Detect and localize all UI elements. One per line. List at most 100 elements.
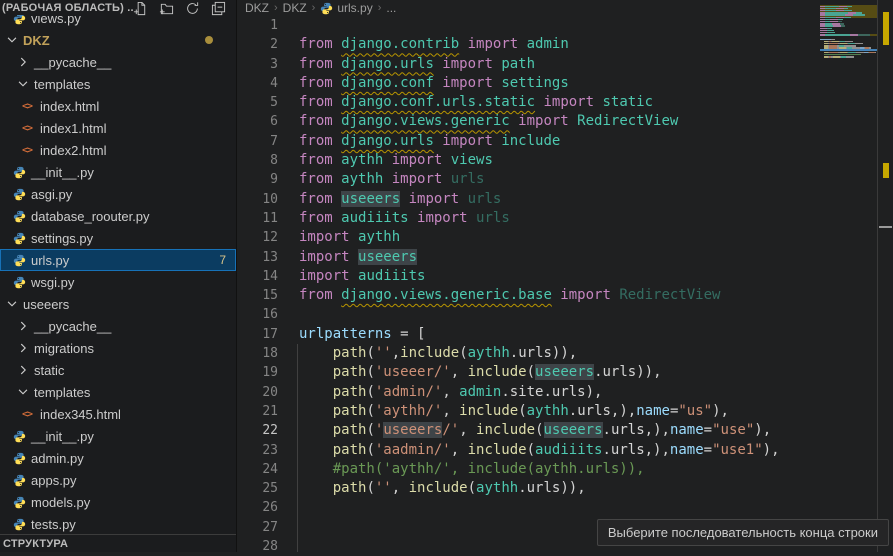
tree-item-models.py[interactable]: models.py — [0, 491, 236, 513]
tree-item-__pycache__[interactable]: __pycache__ — [0, 51, 236, 73]
breadcrumb-item-urls.py[interactable]: urls.py — [320, 1, 372, 15]
outline-section-header[interactable]: СТРУКТУРА — [0, 534, 236, 552]
code-line-24[interactable]: 24 #path('aythh/', include(aythh.urls)), — [238, 460, 820, 479]
tree-item-label: migrations — [34, 341, 94, 356]
chevron-down-icon — [16, 385, 30, 399]
tree-item-wsgi.py[interactable]: wsgi.py — [0, 271, 236, 293]
tree-item-label: database_roouter.py — [31, 209, 150, 224]
line-number: 19 — [238, 363, 278, 382]
line-number: 13 — [238, 248, 278, 267]
tree-item-label: admin.py — [31, 451, 84, 466]
tree-item-index345.html[interactable]: <>index345.html — [0, 403, 236, 425]
tree-item-label: index345.html — [40, 407, 121, 422]
code-line-14[interactable]: 14import audiiits — [238, 267, 820, 286]
code-line-6[interactable]: 6from django.views.generic import Redire… — [238, 112, 820, 131]
tree-item-index1.html[interactable]: <>index1.html — [0, 117, 236, 139]
python-icon — [13, 166, 26, 179]
tree-item-label: templates — [34, 385, 90, 400]
tree-item-label: DKZ — [23, 33, 50, 48]
breadcrumb-item-DKZ[interactable]: DKZ — [283, 1, 307, 15]
code-line-11[interactable]: 11from audiiits import urls — [238, 209, 820, 228]
code-line-17[interactable]: 17urlpatterns = [ — [238, 325, 820, 344]
refresh-icon — [185, 1, 200, 16]
tree-item-__init__.py[interactable]: __init__.py — [0, 425, 236, 447]
code-line-19[interactable]: 19 path('useeer/', include(useeers.urls)… — [238, 363, 820, 382]
code-line-21[interactable]: 21 path('aythh/', include(aythh.urls,),n… — [238, 402, 820, 421]
code-line-15[interactable]: 15from django.views.generic.base import … — [238, 286, 820, 305]
code-line-10[interactable]: 10from useeers import urls — [238, 190, 820, 209]
tree-item-apps.py[interactable]: apps.py — [0, 469, 236, 491]
code-line-22[interactable]: 22 path('useeers/', include(useeers.urls… — [238, 421, 820, 440]
code-line-2[interactable]: 2from django.contrib import admin — [238, 35, 820, 54]
breadcrumb-separator: › — [274, 2, 278, 14]
python-icon — [13, 276, 26, 289]
tree-item-label: settings.py — [31, 231, 93, 246]
tree-item-settings.py[interactable]: settings.py — [0, 227, 236, 249]
collapse-all-icon — [211, 1, 226, 16]
code-line-1[interactable]: 1 — [238, 16, 820, 35]
tree-item-urls.py[interactable]: urls.py7 — [0, 249, 236, 271]
refresh-button[interactable] — [185, 1, 200, 16]
code-line-25[interactable]: 25 path('', include(aythh.urls)), — [238, 479, 820, 498]
tree-item-label: urls.py — [31, 253, 69, 268]
tree-item-admin.py[interactable]: admin.py — [0, 447, 236, 469]
breadcrumb-separator: › — [312, 2, 316, 14]
code-line-3[interactable]: 3from django.urls import path — [238, 55, 820, 74]
line-number: 22 — [238, 421, 278, 440]
tree-item-DKZ[interactable]: DKZ — [0, 29, 236, 51]
tree-item-asgi.py[interactable]: asgi.py — [0, 183, 236, 205]
line-number: 11 — [238, 209, 278, 228]
code-line-7[interactable]: 7from django.urls import include — [238, 132, 820, 151]
code-line-13[interactable]: 13import useeers — [238, 248, 820, 267]
indent-guide — [297, 344, 298, 552]
tree-item-database_roouter.py[interactable]: database_roouter.py — [0, 205, 236, 227]
line-number: 16 — [238, 305, 278, 324]
tree-item-index2.html[interactable]: <>index2.html — [0, 139, 236, 161]
line-number: 25 — [238, 479, 278, 498]
code-line-9[interactable]: 9from aythh import urls — [238, 170, 820, 189]
minimap[interactable] — [820, 0, 877, 552]
new-file-button[interactable] — [133, 1, 148, 16]
code-line-16[interactable]: 16 — [238, 305, 820, 324]
code-line-5[interactable]: 5from django.conf.urls.static import sta… — [238, 93, 820, 112]
tree-item-useeers[interactable]: useeers — [0, 293, 236, 315]
breadcrumb-item-...[interactable]: ... — [386, 1, 396, 15]
tree-item-label: wsgi.py — [31, 275, 74, 290]
explorer-sidebar: views.pyDKZ__pycache__templates<>index.h… — [0, 0, 237, 552]
tree-item-__init__.py[interactable]: __init__.py — [0, 161, 236, 183]
tree-item-templates[interactable]: templates — [0, 73, 236, 95]
code-line-20[interactable]: 20 path('admin/', admin.site.urls), — [238, 383, 820, 402]
tree-item-label: __pycache__ — [34, 319, 111, 334]
python-icon — [320, 2, 333, 15]
workspace-title: (РАБОЧАЯ ОБЛАСТЬ) ... — [2, 2, 133, 14]
tree-item-label: index1.html — [40, 121, 106, 136]
breadcrumb-item-DKZ[interactable]: DKZ — [245, 1, 269, 15]
tree-item-tests.py[interactable]: tests.py — [0, 513, 236, 535]
line-number: 28 — [238, 537, 278, 556]
tree-item-index.html[interactable]: <>index.html — [0, 95, 236, 117]
code-line-26[interactable]: 26 — [238, 498, 820, 517]
html-icon: <> — [22, 145, 32, 156]
overview-ruler[interactable] — [878, 0, 893, 552]
code-line-8[interactable]: 8from aythh import views — [238, 151, 820, 170]
tree-item-__pycache__[interactable]: __pycache__ — [0, 315, 236, 337]
code-line-12[interactable]: 12import aythh — [238, 228, 820, 247]
new-folder-button[interactable] — [159, 1, 174, 16]
collapse-all-button[interactable] — [211, 1, 226, 16]
tree-item-static[interactable]: static — [0, 359, 236, 381]
python-icon — [13, 232, 26, 245]
code-line-23[interactable]: 23 path('aadmin/', include(audiiits.urls… — [238, 441, 820, 460]
code-editor[interactable]: 12from django.contrib import admin3from … — [238, 16, 820, 552]
tree-item-migrations[interactable]: migrations — [0, 337, 236, 359]
tree-item-label: useeers — [23, 297, 69, 312]
chevron-down-icon — [16, 77, 30, 91]
file-tree: views.pyDKZ__pycache__templates<>index.h… — [0, 7, 236, 535]
line-number: 24 — [238, 460, 278, 479]
tree-item-label: asgi.py — [31, 187, 72, 202]
code-line-4[interactable]: 4from django.conf import settings — [238, 74, 820, 93]
explorer-actions — [133, 1, 226, 16]
line-number: 20 — [238, 383, 278, 402]
code-line-18[interactable]: 18 path('',include(aythh.urls)), — [238, 344, 820, 363]
explorer-section-header[interactable]: (РАБОЧАЯ ОБЛАСТЬ) ... — [0, 0, 236, 15]
tree-item-templates[interactable]: templates — [0, 381, 236, 403]
